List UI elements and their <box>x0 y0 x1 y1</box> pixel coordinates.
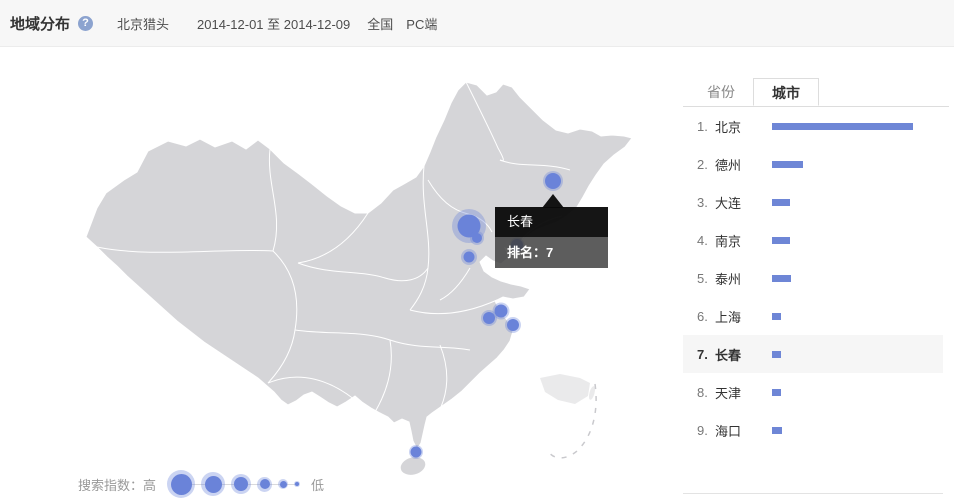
legend-label-low: 低 <box>311 475 324 494</box>
tab-city[interactable]: 城市 <box>753 78 819 106</box>
legend-circle-core <box>205 476 222 493</box>
rank-row[interactable]: 3.大连 <box>683 183 943 221</box>
platform-filter[interactable]: PC端 <box>406 14 437 33</box>
legend-circle-core <box>260 479 270 489</box>
city-name: 天津 <box>715 383 772 402</box>
map-tooltip: 长春 排名：7 <box>495 207 608 268</box>
map-bubble[interactable] <box>411 447 422 458</box>
rank-bar <box>772 123 913 130</box>
rank-number: 7. <box>697 347 715 362</box>
rank-number: 3. <box>697 195 715 210</box>
rank-row[interactable]: 1.北京 <box>683 107 943 145</box>
rank-row[interactable]: 4.南京 <box>683 221 943 259</box>
page-title: 地域分布 <box>10 13 70 34</box>
legend-circle <box>278 479 288 489</box>
city-name: 泰州 <box>715 269 772 288</box>
date-range-label[interactable]: 2014-12-01 至 2014-12-09 <box>197 14 350 33</box>
rank-bar <box>772 275 791 282</box>
city-name: 上海 <box>715 307 772 326</box>
city-name: 长春 <box>715 345 772 364</box>
region-filter[interactable]: 全国 <box>367 14 393 33</box>
legend-circle <box>231 474 251 494</box>
tab-bar: 省份 城市 <box>683 78 949 107</box>
legend-circles <box>164 470 303 498</box>
legend-circle-core <box>234 477 248 491</box>
rank-number: 2. <box>697 157 715 172</box>
rank-bar <box>772 313 781 320</box>
china-map <box>0 47 683 496</box>
map-bubble[interactable] <box>472 233 482 243</box>
legend-circle <box>201 472 225 496</box>
city-name: 德州 <box>715 155 772 174</box>
rank-bar <box>772 389 781 396</box>
legend-circle-core <box>295 482 299 486</box>
tooltip-city: 长春 <box>495 207 608 237</box>
keyword-label[interactable]: 北京猎头 <box>117 14 169 33</box>
legend-circle-core <box>280 481 287 488</box>
rank-number: 8. <box>697 385 715 400</box>
rank-number: 6. <box>697 309 715 324</box>
tooltip-rank: 排名：7 <box>495 237 608 268</box>
rank-bar <box>772 351 781 358</box>
map-bubble[interactable] <box>545 173 561 189</box>
tab-province[interactable]: 省份 <box>689 78 753 106</box>
rank-bar <box>772 199 790 206</box>
map-bubble[interactable] <box>507 319 519 331</box>
rank-number: 1. <box>697 119 715 134</box>
city-name: 北京 <box>715 117 772 136</box>
rank-bar <box>772 161 803 168</box>
legend-label-high: 搜索指数：高 <box>78 475 156 494</box>
rank-row[interactable]: 7.长春 <box>683 335 943 373</box>
rank-number: 9. <box>697 423 715 438</box>
rank-row[interactable]: 9.海口 <box>683 411 943 449</box>
city-name: 海口 <box>715 421 772 440</box>
rank-row[interactable]: 2.德州 <box>683 145 943 183</box>
rank-row[interactable]: 8.天津 <box>683 373 943 411</box>
help-icon[interactable]: ? <box>78 16 93 31</box>
legend-circle <box>167 470 195 498</box>
rank-number: 4. <box>697 233 715 248</box>
page-header: 地域分布 ? 北京猎头 2014-12-01 至 2014-12-09 全国 P… <box>0 0 954 47</box>
city-name: 大连 <box>715 193 772 212</box>
legend-circle <box>257 477 272 492</box>
rank-number: 5. <box>697 271 715 286</box>
rank-row[interactable]: 5.泰州 <box>683 259 943 297</box>
rank-list: 1.北京2.德州3.大连4.南京5.泰州6.上海7.长春8.天津9.海口 <box>683 107 943 494</box>
map-bubble[interactable] <box>464 252 475 263</box>
rank-bar <box>772 237 790 244</box>
search-index-legend: 搜索指数：高 低 <box>78 469 324 499</box>
south-china-sea-inset <box>540 374 596 458</box>
legend-circle <box>294 481 300 487</box>
tooltip-arrow-icon <box>542 194 564 208</box>
city-name: 南京 <box>715 231 772 250</box>
map-bubble[interactable] <box>483 312 495 324</box>
rank-row[interactable]: 6.上海 <box>683 297 943 335</box>
rank-bar <box>772 427 782 434</box>
legend-circle-core <box>171 474 192 495</box>
